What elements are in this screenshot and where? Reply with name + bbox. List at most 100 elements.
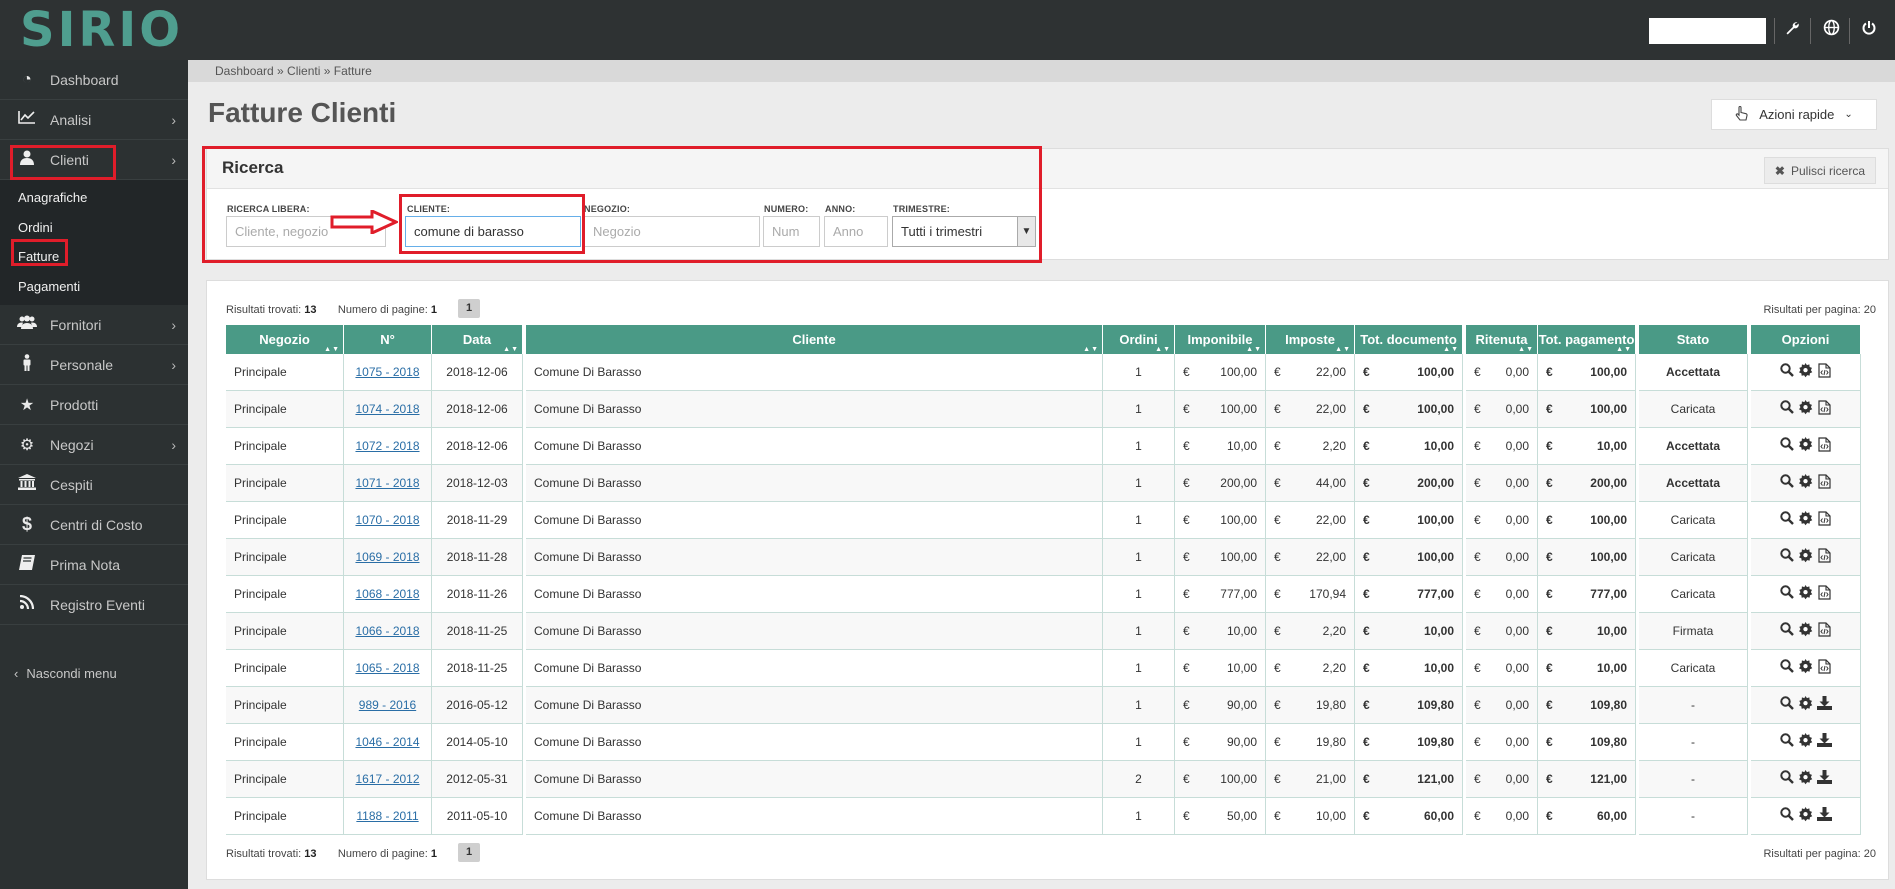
search-icon[interactable] [1778,362,1795,382]
quarter-select[interactable]: Tutti i trimestri ▼ [892,216,1036,247]
table-row[interactable]: Principale 1071 - 2018 2018-12-03 Comune… [226,465,1861,502]
sort-icon[interactable]: ▲▼ [1246,346,1262,353]
xml-file-icon[interactable] [1816,436,1833,456]
column-header-ordini[interactable]: Ordini ▲▼ [1103,325,1175,354]
gear-icon[interactable] [1797,769,1814,789]
download-icon[interactable] [1816,695,1833,715]
sidebar-item-clienti[interactable]: Clienti › [0,140,188,180]
column-header-stato[interactable]: Stato [1639,325,1748,354]
search-icon[interactable] [1778,399,1795,419]
quick-actions-button[interactable]: Azioni rapide ⌄ [1711,99,1877,130]
download-icon[interactable] [1816,732,1833,752]
hide-menu-button[interactable]: ‹ Nascondi menu [0,653,188,693]
sirio-logo[interactable]: SIRIO [20,6,183,54]
submenu-item-ordini[interactable]: Ordini [0,213,188,243]
column-header-cliente[interactable]: Cliente ▲▼ [526,325,1103,354]
column-header-imposte[interactable]: Imposte ▲▼ [1266,325,1355,354]
shop-input[interactable]: Negozio [584,216,760,247]
power-icon[interactable] [1857,19,1881,43]
wrench-icon[interactable] [1780,19,1804,43]
sidebar-item-fornitori[interactable]: Fornitori › [0,305,188,345]
xml-file-icon[interactable] [1816,473,1833,493]
sidebar-item-cespiti[interactable]: Cespiti [0,465,188,505]
gear-icon[interactable] [1797,399,1814,419]
column-header-negozio[interactable]: Negozio ▲▼ [226,325,344,354]
gear-icon[interactable] [1797,473,1814,493]
submenu-item-pagamenti[interactable]: Pagamenti [0,272,188,302]
breadcrumb[interactable]: Dashboard » Clienti » Fatture [188,60,1895,82]
gear-icon[interactable] [1797,621,1814,641]
sidebar-item-centri-di-costo[interactable]: $ Centri di Costo [0,505,188,545]
column-header-ritenuta[interactable]: Ritenuta ▲▼ [1466,325,1538,354]
gear-icon[interactable] [1797,436,1814,456]
sidebar-item-analisi[interactable]: Analisi › [0,100,188,140]
globe-icon[interactable] [1819,19,1843,43]
search-icon[interactable] [1778,658,1795,678]
search-icon[interactable] [1778,436,1795,456]
sort-icon[interactable]: ▲▼ [1616,346,1632,353]
download-icon[interactable] [1816,769,1833,789]
sort-icon[interactable]: ▲▼ [1155,346,1171,353]
column-header-numero[interactable]: N° [344,325,432,354]
invoice-link[interactable]: 1071 - 2018 [355,476,419,490]
invoice-link[interactable]: 1066 - 2018 [355,624,419,638]
table-row[interactable]: Principale 1046 - 2014 2014-05-10 Comune… [226,724,1861,761]
gear-icon[interactable] [1797,806,1814,826]
clear-search-button[interactable]: ✖ Pulisci ricerca [1763,157,1876,184]
xml-file-icon[interactable] [1816,362,1833,382]
invoice-link[interactable]: 1065 - 2018 [355,661,419,675]
search-icon[interactable] [1778,732,1795,752]
xml-file-icon[interactable] [1816,510,1833,530]
xml-file-icon[interactable] [1816,399,1833,419]
invoice-link[interactable]: 1072 - 2018 [355,439,419,453]
xml-file-icon[interactable] [1816,621,1833,641]
page-button-1[interactable]: 1 [458,843,480,862]
gear-icon[interactable] [1797,584,1814,604]
search-icon[interactable] [1778,621,1795,641]
invoice-link[interactable]: 1075 - 2018 [355,365,419,379]
client-input[interactable]: comune di barasso [405,216,581,247]
table-row[interactable]: Principale 1617 - 2012 2012-05-31 Comune… [226,761,1861,798]
gear-icon[interactable] [1797,695,1814,715]
search-icon[interactable] [1778,806,1795,826]
sort-icon[interactable]: ▲▼ [503,346,519,353]
sidebar-item-negozi[interactable]: ⚙ Negozi › [0,425,188,465]
submenu-item-fatture[interactable]: Fatture [0,242,188,272]
invoice-link[interactable]: 1068 - 2018 [355,587,419,601]
table-row[interactable]: Principale 1188 - 2011 2011-05-10 Comune… [226,798,1861,835]
sidebar-item-dashboard[interactable]: ◔ Dashboard [0,60,188,100]
invoice-link[interactable]: 1074 - 2018 [355,402,419,416]
search-icon[interactable] [1778,510,1795,530]
sidebar-item-prodotti[interactable]: ★ Prodotti [0,385,188,425]
invoice-link[interactable]: 1188 - 2011 [356,809,418,823]
gear-icon[interactable] [1797,658,1814,678]
number-input[interactable]: Num [763,216,820,247]
sidebar-item-prima-nota[interactable]: Prima Nota [0,545,188,585]
column-header-tot-pagamento[interactable]: Tot. pagamento ▲▼ [1538,325,1636,354]
table-row[interactable]: Principale 1069 - 2018 2018-11-28 Comune… [226,539,1861,576]
sort-icon[interactable]: ▲▼ [1518,346,1534,353]
download-icon[interactable] [1816,806,1833,826]
search-icon[interactable] [1778,584,1795,604]
gear-icon[interactable] [1797,547,1814,567]
xml-file-icon[interactable] [1816,658,1833,678]
gear-icon[interactable] [1797,510,1814,530]
year-input[interactable]: Anno [824,216,888,247]
sort-icon[interactable]: ▲▼ [324,346,340,353]
gear-icon[interactable] [1797,732,1814,752]
table-row[interactable]: Principale 1072 - 2018 2018-12-06 Comune… [226,428,1861,465]
table-row[interactable]: Principale 989 - 2016 2016-05-12 Comune … [226,687,1861,724]
search-icon[interactable] [1778,547,1795,567]
sort-icon[interactable]: ▲▼ [1335,346,1351,353]
table-row[interactable]: Principale 1066 - 2018 2018-11-25 Comune… [226,613,1861,650]
table-row[interactable]: Principale 1070 - 2018 2018-11-29 Comune… [226,502,1861,539]
sort-icon[interactable]: ▲▼ [1083,346,1099,353]
invoice-link[interactable]: 989 - 2016 [359,698,416,712]
xml-file-icon[interactable] [1816,584,1833,604]
search-icon[interactable] [1778,695,1795,715]
column-header-tot-documento[interactable]: Tot. documento ▲▼ [1355,325,1463,354]
xml-file-icon[interactable] [1816,547,1833,567]
invoice-link[interactable]: 1069 - 2018 [355,550,419,564]
page-button-1[interactable]: 1 [458,299,480,318]
column-header-data[interactable]: Data ▲▼ [432,325,523,354]
